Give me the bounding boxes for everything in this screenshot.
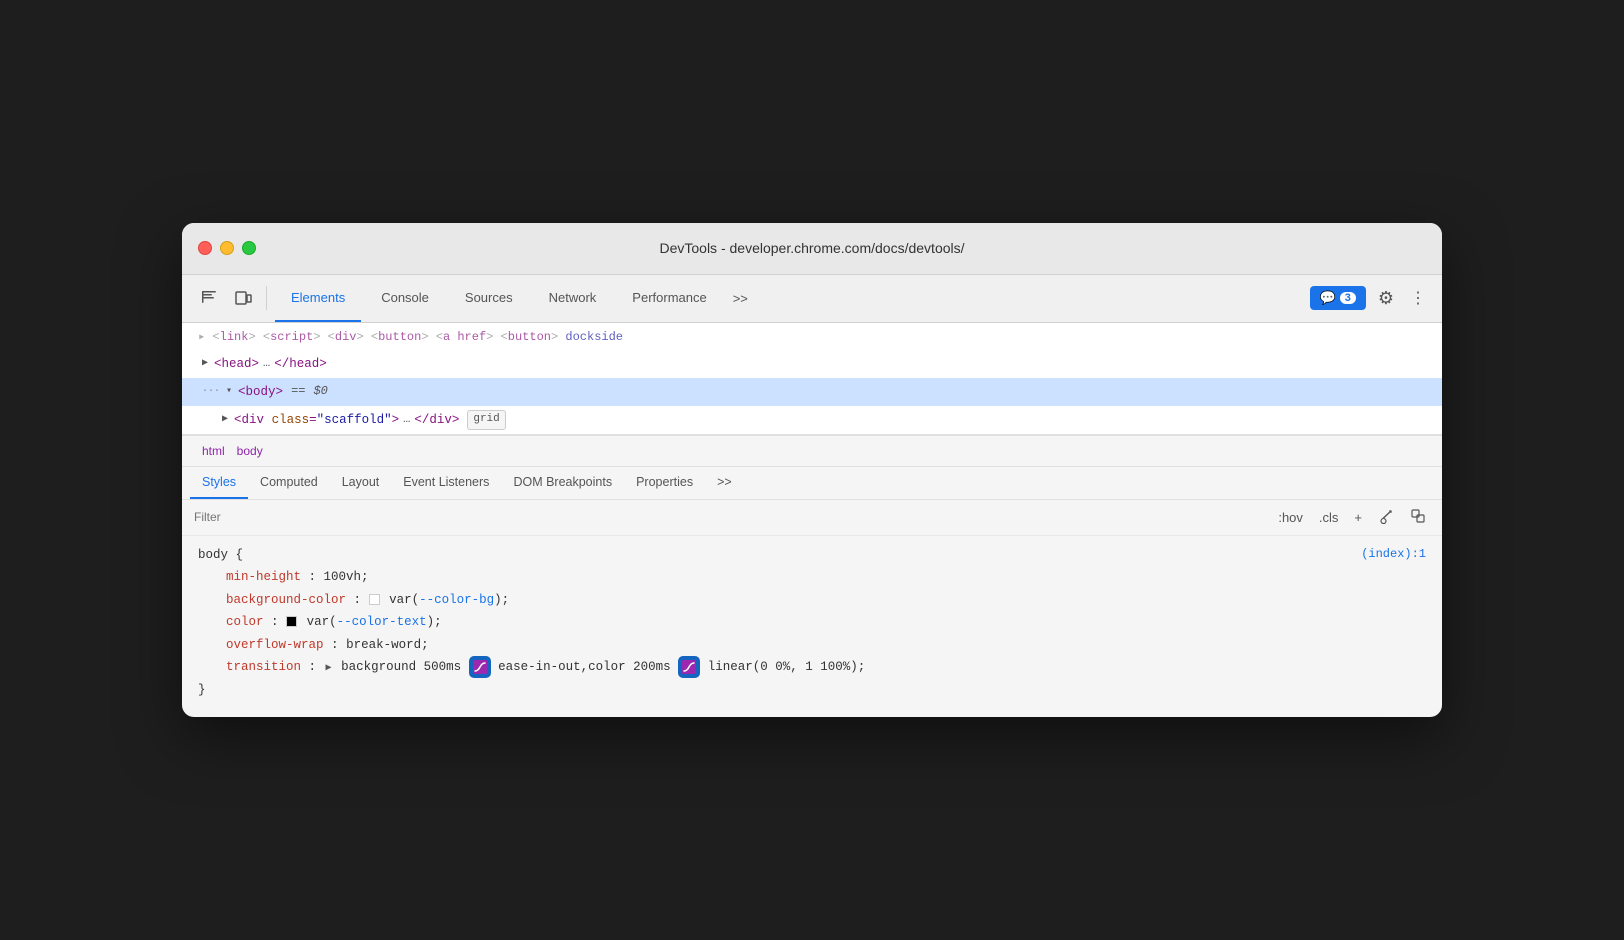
prop-value-overflow-wrap: break-word; bbox=[346, 638, 429, 652]
css-selector: body bbox=[198, 548, 236, 562]
new-style-rule-button[interactable] bbox=[1406, 506, 1430, 529]
css-prop-overflow-wrap: overflow-wrap : break-word; bbox=[198, 634, 1426, 657]
ease-icon-2[interactable] bbox=[680, 658, 698, 676]
tab-computed[interactable]: Computed bbox=[248, 467, 330, 499]
tab-network[interactable]: Network bbox=[533, 274, 613, 322]
breadcrumb-html[interactable]: html bbox=[198, 442, 229, 460]
tab-sources[interactable]: Sources bbox=[449, 274, 529, 322]
filter-input[interactable] bbox=[194, 510, 1266, 524]
prop-value-bg-prefix: var( bbox=[389, 593, 419, 607]
prop-value-transition-ease: ease-in-out,color 200ms bbox=[498, 660, 671, 674]
expand-body-icon[interactable]: ▾ bbox=[226, 384, 232, 400]
inspect-element-button[interactable] bbox=[194, 285, 224, 311]
notification-icon: 💬 bbox=[1320, 290, 1336, 306]
prop-value-transition-bg: background 500ms bbox=[341, 660, 469, 674]
close-button[interactable] bbox=[198, 241, 212, 255]
more-tabs-button[interactable]: >> bbox=[727, 287, 754, 310]
notification-count: 3 bbox=[1340, 292, 1356, 304]
tab-elements[interactable]: Elements bbox=[275, 274, 361, 322]
tab-console[interactable]: Console bbox=[365, 274, 445, 322]
device-toolbar-button[interactable] bbox=[228, 285, 258, 311]
grid-badge[interactable]: grid bbox=[467, 410, 505, 430]
titlebar: DevTools - developer.chrome.com/docs/dev… bbox=[182, 223, 1442, 275]
prop-value-transition-linear: linear(0 0%, 1 100%); bbox=[708, 660, 866, 674]
breadcrumb: html body bbox=[182, 435, 1442, 467]
css-prop-color: color : var(--color-text); bbox=[198, 611, 1426, 634]
maximize-button[interactable] bbox=[242, 241, 256, 255]
rule-header: (index):1 body { bbox=[198, 544, 1426, 567]
head-dots: … bbox=[263, 354, 270, 373]
expand-div-icon[interactable]: ▶ bbox=[222, 412, 228, 428]
tab-styles[interactable]: Styles bbox=[190, 467, 248, 499]
minimize-button[interactable] bbox=[220, 241, 234, 255]
devtools-window: DevTools - developer.chrome.com/docs/dev… bbox=[182, 223, 1442, 718]
div-close-tag: </div> bbox=[414, 410, 459, 430]
add-style-rule-button[interactable]: + bbox=[1350, 508, 1366, 527]
css-prop-min-height: min-height : 100vh; bbox=[198, 566, 1426, 589]
prop-name-min-height: min-height bbox=[226, 570, 301, 584]
hov-button[interactable]: :hov bbox=[1274, 508, 1307, 527]
filter-actions: :hov .cls + bbox=[1274, 506, 1430, 529]
elements-faded-line: ▸ <link> <script> <div> <button> <a href… bbox=[182, 323, 1442, 350]
body-tag: <body> bbox=[238, 382, 283, 402]
prop-name-transition: transition bbox=[226, 660, 301, 674]
inspect-style-icon bbox=[1410, 508, 1426, 524]
elements-head-line[interactable]: ▶ <head> … </head> bbox=[182, 350, 1442, 378]
elements-div-line[interactable]: ▶ <div class="scaffold"> … </div> grid bbox=[182, 406, 1442, 434]
notifications-button[interactable]: 💬 3 bbox=[1310, 286, 1366, 310]
css-var-color-bg-link[interactable]: --color-bg bbox=[419, 593, 494, 607]
toggle-element-state-button[interactable] bbox=[1374, 506, 1398, 529]
css-prop-background-color: background-color : var(--color-bg); bbox=[198, 589, 1426, 612]
close-brace: } bbox=[198, 683, 206, 697]
div-tag: <div class="scaffold"> bbox=[234, 410, 399, 430]
prop-value-color-prefix: var( bbox=[307, 615, 337, 629]
rule-close: } bbox=[198, 679, 1426, 702]
head-close-tag: </head> bbox=[274, 354, 327, 374]
prop-value-color-suffix: ); bbox=[427, 615, 442, 629]
prop-value-min-height: 100vh; bbox=[324, 570, 369, 584]
settings-button[interactable]: ⚙ bbox=[1374, 284, 1398, 313]
more-options-button[interactable]: ⋮ bbox=[1406, 284, 1430, 312]
head-tag: <head> bbox=[214, 354, 259, 374]
cls-button[interactable]: .cls bbox=[1315, 508, 1343, 527]
css-var-color-text-link[interactable]: --color-text bbox=[337, 615, 427, 629]
body-rule-block: (index):1 body { min-height : 100vh; bac… bbox=[198, 544, 1426, 702]
prop-name-color: color bbox=[226, 615, 264, 629]
tab-layout[interactable]: Layout bbox=[330, 467, 392, 499]
color-swatch-black[interactable] bbox=[286, 616, 297, 627]
div-dots: … bbox=[403, 410, 410, 429]
ease-icon-1[interactable] bbox=[471, 658, 489, 676]
tab-performance[interactable]: Performance bbox=[616, 274, 722, 322]
open-brace: { bbox=[236, 548, 244, 562]
elements-panel: ▸ <link> <script> <div> <button> <a href… bbox=[182, 323, 1442, 435]
source-link[interactable]: (index):1 bbox=[1361, 544, 1426, 566]
prop-name-background-color: background-color bbox=[226, 593, 346, 607]
expand-head-icon[interactable]: ▶ bbox=[202, 356, 208, 372]
tab-dom-breakpoints[interactable]: DOM Breakpoints bbox=[501, 467, 624, 499]
tab-more-styles[interactable]: >> bbox=[705, 467, 744, 499]
transition-expand-icon[interactable]: ▶ bbox=[326, 663, 332, 674]
filter-bar: :hov .cls + bbox=[182, 500, 1442, 536]
body-eq: == bbox=[291, 382, 305, 401]
tab-event-listeners[interactable]: Event Listeners bbox=[391, 467, 501, 499]
prop-value-bg-suffix: ); bbox=[494, 593, 509, 607]
traffic-lights bbox=[198, 241, 256, 255]
toolbar-right: 💬 3 ⚙ ⋮ bbox=[1310, 284, 1430, 313]
elements-body-line[interactable]: ··· ▾ <body> == $0 bbox=[182, 378, 1442, 406]
css-prop-transition: transition : ▶ background 500ms ease-in-… bbox=[198, 656, 1426, 679]
toolbar-divider bbox=[266, 286, 267, 310]
paintbrush-icon bbox=[1378, 508, 1394, 524]
background-color-swatch[interactable] bbox=[369, 594, 380, 605]
tab-properties[interactable]: Properties bbox=[624, 467, 705, 499]
body-dots-icon: ··· bbox=[202, 384, 220, 400]
main-toolbar: Elements Console Sources Network Perform… bbox=[182, 275, 1442, 323]
css-rules-panel: (index):1 body { min-height : 100vh; bac… bbox=[182, 536, 1442, 718]
prop-name-overflow-wrap: overflow-wrap bbox=[226, 638, 324, 652]
styles-tabs-bar: Styles Computed Layout Event Listeners D… bbox=[182, 467, 1442, 500]
window-title: DevTools - developer.chrome.com/docs/dev… bbox=[659, 240, 964, 256]
breadcrumb-body[interactable]: body bbox=[233, 442, 267, 460]
body-dollar: $0 bbox=[313, 382, 327, 401]
